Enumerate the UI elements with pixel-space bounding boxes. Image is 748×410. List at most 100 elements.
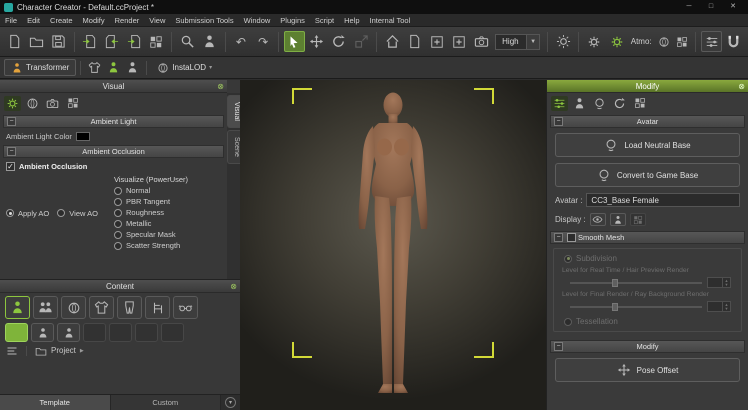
new-project-button[interactable] [4, 31, 24, 52]
wardrobe-button[interactable] [86, 59, 103, 76]
ambient-light-color-swatch[interactable] [76, 132, 90, 141]
close-panel-icon[interactable]: ⊗ [230, 280, 237, 293]
character-mode-button[interactable] [105, 59, 122, 76]
menu-create[interactable]: Create [45, 14, 78, 27]
menu-file[interactable]: File [0, 14, 22, 27]
minimize-button[interactable]: ─ [678, 0, 700, 14]
export-button[interactable] [102, 31, 122, 52]
display-body-button[interactable] [610, 213, 626, 226]
rotate-tool-button[interactable] [329, 31, 349, 52]
subcategory-add[interactable] [57, 323, 80, 342]
open-project-button[interactable] [26, 31, 46, 52]
category-avatar[interactable] [5, 296, 30, 319]
shadow-settings-tab[interactable] [64, 96, 81, 111]
tab-visual[interactable]: Visual [227, 95, 240, 128]
import-button[interactable] [80, 31, 100, 52]
avatar-name-input[interactable] [586, 193, 740, 207]
category-skin[interactable] [61, 296, 86, 319]
menu-help[interactable]: Help [339, 14, 364, 27]
apply-ao-radio-row[interactable]: Apply AO [6, 208, 49, 219]
atmo-sky-button[interactable] [656, 33, 672, 50]
scale-tool-button[interactable] [351, 31, 371, 52]
tab-scene[interactable]: Scene [227, 130, 240, 164]
menu-edit[interactable]: Edit [22, 14, 45, 27]
visualize-option-row[interactable]: Metallic [114, 218, 221, 229]
render-camera-button[interactable] [471, 31, 491, 52]
camera-settings-tab[interactable] [44, 96, 61, 111]
category-morph[interactable] [33, 296, 58, 319]
material-tab[interactable] [631, 96, 648, 111]
pose-avatar-button[interactable] [200, 31, 220, 52]
motion-tab[interactable] [611, 96, 628, 111]
visualize-option-row[interactable]: Roughness [114, 207, 221, 218]
visualize-option-row[interactable]: Scatter Strength [114, 240, 221, 251]
transformer-button[interactable]: Transformer [4, 59, 76, 76]
subcategory-selected[interactable] [5, 323, 28, 342]
specular-mask-radio[interactable] [114, 231, 122, 239]
category-pants[interactable] [117, 296, 142, 319]
roughness-radio[interactable] [114, 209, 122, 217]
pose-offset-button[interactable]: Pose Offset [555, 358, 740, 382]
select-tool-button[interactable] [284, 31, 304, 52]
home-view-button[interactable] [382, 31, 402, 52]
tab-template[interactable]: Template [0, 395, 111, 410]
menu-render[interactable]: Render [110, 14, 145, 27]
collapse-icon[interactable]: − [554, 233, 563, 242]
effects-button[interactable] [584, 31, 604, 52]
menu-window[interactable]: Window [239, 14, 276, 27]
add-camera-button[interactable] [449, 31, 469, 52]
redo-button[interactable]: ↷ [253, 31, 273, 52]
undo-button[interactable]: ↶ [231, 31, 251, 52]
list-view-icon[interactable] [6, 345, 18, 357]
metallic-radio[interactable] [114, 220, 122, 228]
menu-modify[interactable]: Modify [78, 14, 110, 27]
visualize-option-row[interactable]: Specular Mask [114, 229, 221, 240]
quality-dropdown[interactable]: High ▼ [495, 34, 540, 50]
display-eye-button[interactable] [590, 213, 606, 226]
viewport-3d[interactable] [240, 80, 546, 410]
view-ao-radio-row[interactable]: View AO [57, 208, 98, 219]
close-panel-icon[interactable]: ⊗ [217, 80, 224, 93]
expand-icon[interactable]: ▾ [225, 397, 236, 408]
load-neutral-base-button[interactable]: Load Neutral Base [555, 133, 740, 157]
category-cloth[interactable] [89, 296, 114, 319]
maximize-button[interactable]: □ [700, 0, 722, 14]
category-accessories[interactable] [173, 296, 198, 319]
atmo-fog-button[interactable] [674, 33, 690, 50]
ambient-occlusion-checkbox[interactable]: ✓ [6, 162, 15, 171]
avatar-edit-tab[interactable] [571, 96, 588, 111]
menu-script[interactable]: Script [310, 14, 339, 27]
contact-sheet-button[interactable] [146, 31, 166, 52]
export-fbx-button[interactable] [124, 31, 144, 52]
zoom-avatar-button[interactable] [177, 31, 197, 52]
visualize-option-row[interactable]: Normal [114, 185, 221, 196]
breadcrumb[interactable]: Project [51, 346, 76, 355]
apply-ao-radio[interactable] [6, 209, 14, 217]
view-ao-radio[interactable] [57, 209, 65, 217]
menu-internal-tool[interactable]: Internal Tool [365, 14, 416, 27]
save-project-button[interactable] [48, 31, 68, 52]
menu-submission-tools[interactable]: Submission Tools [170, 14, 238, 27]
preferences-button[interactable] [701, 31, 721, 52]
subcategory-bust[interactable] [31, 323, 54, 342]
render-settings-tab[interactable] [4, 96, 21, 111]
pbr-tangent-radio[interactable] [114, 198, 122, 206]
lighting-button[interactable] [553, 31, 573, 52]
attribute-tab[interactable] [551, 96, 568, 111]
shading-tab[interactable] [24, 96, 41, 111]
category-props[interactable] [145, 296, 170, 319]
atmosphere-settings-button[interactable] [607, 31, 627, 52]
normal-radio[interactable] [114, 187, 122, 195]
move-tool-button[interactable] [307, 31, 327, 52]
smooth-mesh-checkbox[interactable] [567, 233, 576, 242]
menu-plugins[interactable]: Plugins [275, 14, 310, 27]
close-panel-icon[interactable]: ⊗ [738, 80, 745, 93]
tab-custom[interactable]: Custom [111, 395, 222, 410]
visualize-option-row[interactable]: PBR Tangent [114, 196, 221, 207]
scatter-strength-radio[interactable] [114, 242, 122, 250]
proportion-button[interactable] [124, 59, 141, 76]
menu-view[interactable]: View [144, 14, 170, 27]
snapshot-button[interactable] [404, 31, 424, 52]
instalod-button[interactable]: InstaLOD ▾ [151, 59, 218, 76]
convert-to-game-base-button[interactable]: Convert to Game Base [555, 163, 740, 187]
